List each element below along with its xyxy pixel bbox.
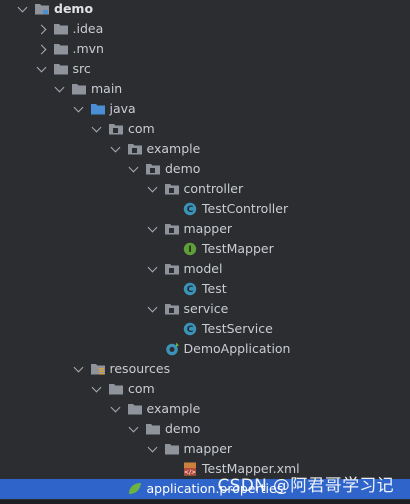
package-icon (108, 122, 124, 136)
tree-item-label: .mvn (72, 41, 104, 56)
tree-item-label: demo (165, 161, 201, 176)
chevron-down-icon[interactable] (147, 222, 157, 233)
watermark: CSDN @阿君哥学习记 (217, 476, 394, 496)
tree-item-mapper[interactable]: mapper (0, 439, 410, 459)
tree-item-label: demo (165, 421, 201, 436)
folder-icon (164, 442, 180, 456)
tree-item-java[interactable]: java (0, 99, 410, 119)
tree-item-label: TestMapper (202, 241, 274, 256)
chevron-down-icon[interactable] (147, 302, 157, 313)
tree-item-testservice[interactable]: C TestService (0, 319, 410, 339)
module-folder-icon (34, 2, 50, 16)
tree-item-example[interactable]: example (0, 139, 410, 159)
tree-item-label: mapper (183, 441, 233, 456)
tree-item-label: TestService (202, 321, 273, 336)
svg-text:C: C (187, 205, 194, 215)
tree-item-main[interactable]: main (0, 79, 410, 99)
tree-item-label: com (128, 121, 155, 136)
properties-file-icon (127, 482, 143, 496)
tree-item-resources[interactable]: resources (0, 359, 410, 379)
svg-text:C: C (187, 285, 194, 295)
chevron-down-icon[interactable] (73, 362, 83, 373)
tree-item-test[interactable]: C Test (0, 279, 410, 299)
spring-boot-class-icon (164, 342, 180, 356)
tree-item-com[interactable]: com (0, 119, 410, 139)
tree-item-label: src (72, 61, 91, 76)
folder-icon (53, 62, 69, 76)
package-icon (127, 142, 143, 156)
chevron-down-icon[interactable] (147, 442, 157, 453)
class-icon: C (182, 322, 198, 336)
folder-icon (127, 402, 143, 416)
xml-file-icon: </> (182, 462, 198, 476)
package-icon (145, 162, 161, 176)
interface-icon: I (182, 242, 198, 256)
package-icon (164, 182, 180, 196)
resources-folder-icon (90, 362, 106, 376)
folder-icon (71, 82, 87, 96)
bottom-edge (0, 500, 410, 504)
chevron-right-icon[interactable] (36, 24, 46, 35)
chevron-down-icon[interactable] (36, 62, 46, 73)
tree-item-example[interactable]: example (0, 399, 410, 419)
chevron-down-icon[interactable] (128, 422, 139, 433)
tree-item-label: model (183, 261, 223, 276)
tree-item-label: com (128, 381, 155, 396)
chevron-down-icon[interactable] (54, 82, 65, 93)
tree-item-label: service (183, 301, 229, 316)
chevron-right-icon[interactable] (36, 44, 46, 55)
svg-text:</>: </> (184, 469, 196, 476)
tree-item-label: demo (54, 1, 94, 16)
tree-item-label: controller (183, 181, 244, 196)
tree-item-model[interactable]: model (0, 259, 410, 279)
chevron-down-icon[interactable] (91, 382, 102, 393)
tree-item-label: mapper (183, 221, 233, 236)
chevron-down-icon[interactable] (110, 142, 120, 153)
folder-icon (108, 382, 124, 396)
tree-item--mvn[interactable]: .mvn (0, 39, 410, 59)
tree-item-label: .idea (72, 21, 104, 36)
folder-icon (53, 42, 69, 56)
tree-item-demo[interactable]: demo (0, 419, 410, 439)
tree-item-demo[interactable]: demo (0, 159, 410, 179)
svg-text:I: I (188, 245, 191, 255)
svg-text:C: C (187, 325, 194, 335)
chevron-down-icon[interactable] (147, 182, 157, 193)
tree-item-src[interactable]: src (0, 59, 410, 79)
tree-item-label: Test (202, 281, 227, 296)
chevron-down-icon[interactable] (17, 2, 28, 13)
tree-item-com[interactable]: com (0, 379, 410, 399)
tree-item-label: TestController (202, 201, 289, 216)
class-icon: C (182, 202, 198, 216)
chevron-down-icon[interactable] (91, 122, 102, 133)
tree-item-label: example (146, 141, 201, 156)
tree-item-label: resources (109, 361, 171, 376)
chevron-down-icon[interactable] (147, 262, 157, 273)
chevron-down-icon[interactable] (73, 102, 83, 113)
package-icon (164, 222, 180, 236)
tree-item-demoapplication[interactable]: DemoApplication (0, 339, 410, 359)
tree-item-service[interactable]: service (0, 299, 410, 319)
folder-icon (53, 22, 69, 36)
package-icon (164, 262, 180, 276)
package-icon (164, 302, 180, 316)
tree-item-label: java (109, 101, 136, 116)
source-folder-icon (90, 102, 106, 116)
folder-icon (145, 422, 161, 436)
class-icon: C (182, 282, 198, 296)
tree-item-label: DemoApplication (183, 341, 291, 356)
tree-item-controller[interactable]: controller (0, 179, 410, 199)
tree-item-demo[interactable]: demo (0, 0, 410, 19)
chevron-down-icon[interactable] (128, 162, 139, 173)
tree-item-label: main (91, 81, 123, 96)
tree-item-label: example (146, 401, 201, 416)
tree-item-mapper[interactable]: mapper (0, 219, 410, 239)
chevron-down-icon[interactable] (110, 402, 120, 413)
tree-item-testcontroller[interactable]: C TestController (0, 199, 410, 219)
tree-item--idea[interactable]: .idea (0, 19, 410, 39)
tree-item-testmapper[interactable]: I TestMapper (0, 239, 410, 259)
